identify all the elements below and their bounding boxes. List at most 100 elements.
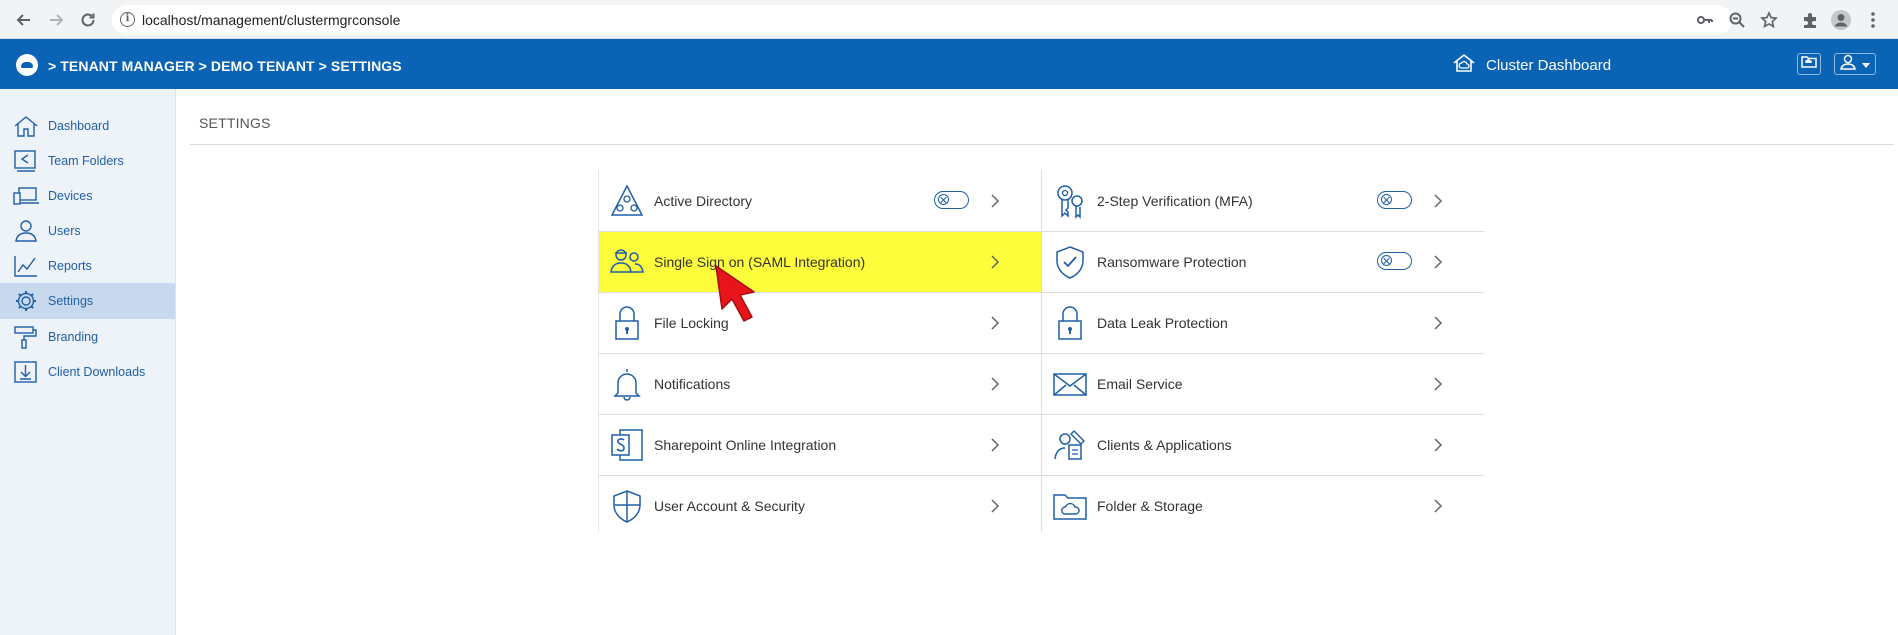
page-title: SETTINGS [199,115,271,131]
sidebar-item-branding[interactable]: Branding [0,319,175,355]
setting-clients-applications[interactable]: Clients & Applications [1042,415,1484,475]
browser-toolbar: i localhost/management/clustermgrconsole [0,0,1898,39]
cloud-logo-icon[interactable] [16,54,38,76]
chevron-right-icon[interactable] [987,498,1003,514]
setting-ransomware-protection[interactable]: Ransomware Protection [1042,232,1484,292]
extensions-icon[interactable] [1799,9,1821,31]
chevron-right-icon[interactable] [987,437,1003,453]
team-folder-icon [12,148,40,174]
bookmark-star-icon[interactable] [1758,9,1780,31]
clients-apps-icon [1052,427,1088,463]
sidebar-item-dashboard[interactable]: Dashboard [0,108,175,144]
house-cloud-icon [1452,52,1476,78]
reload-icon[interactable] [76,8,100,32]
paint-roller-icon [12,324,40,350]
chevron-right-icon[interactable] [1430,498,1446,514]
mouse-pointer-icon [712,262,764,332]
gear-icon [12,288,40,314]
sidebar-item-label: Settings [48,294,94,308]
lock-icon [1052,305,1088,341]
ransomware-protection-toggle[interactable] [1377,252,1412,270]
setting-label: Email Service [1097,376,1183,392]
site-info-icon[interactable]: i [120,12,135,27]
folder-button[interactable] [1797,53,1821,75]
setting-active-directory[interactable]: Active Directory [599,171,1041,231]
setting-label: Sharepoint Online Integration [654,437,837,453]
setting-label: 2-Step Verification (MFA) [1097,193,1253,209]
users-icon [12,218,40,244]
setting-label: Ransomware Protection [1097,254,1247,270]
folder-icon [1801,55,1817,73]
sidebar-item-reports[interactable]: Reports [0,248,175,284]
sso-users-icon [609,244,645,280]
setting-label: Notifications [654,376,731,392]
two-step-verification-toggle[interactable] [1377,191,1412,209]
user-menu-button[interactable] [1834,53,1876,75]
sidebar-item-label: Users [48,224,81,238]
sidebar-item-team-folders[interactable]: Team Folders [0,143,175,179]
envelope-icon [1052,366,1088,402]
setting-sharepoint-online[interactable]: Sharepoint Online Integration [599,415,1041,475]
active-directory-icon [609,183,645,219]
setting-two-step-verification[interactable]: 2-Step Verification (MFA) [1042,171,1484,231]
forward-icon[interactable] [44,8,68,32]
chevron-right-icon[interactable] [987,193,1003,209]
chevron-right-icon[interactable] [987,315,1003,331]
sidebar-item-label: Team Folders [48,154,124,168]
setting-data-leak-protection[interactable]: Data Leak Protection [1042,293,1484,353]
sidebar-item-label: Dashboard [48,119,110,133]
setting-folder-storage[interactable]: Folder & Storage [1042,476,1484,536]
key-icon [1052,183,1088,219]
chevron-right-icon[interactable] [1430,254,1446,270]
sidebar: Dashboard Team Folders Devices Users Rep… [0,89,176,635]
shield-icon [609,488,645,524]
sidebar-item-client-downloads[interactable]: Client Downloads [0,354,175,390]
chevron-right-icon[interactable] [987,254,1003,270]
chevron-right-icon[interactable] [987,376,1003,392]
sidebar-item-label: Reports [48,259,92,273]
sharepoint-icon [609,427,645,463]
shield-check-icon [1052,244,1088,280]
bell-icon [609,366,645,402]
chevron-right-icon[interactable] [1430,193,1446,209]
profile-icon[interactable] [1830,9,1852,31]
setting-label: Data Leak Protection [1097,315,1228,331]
folder-cloud-icon [1052,488,1088,524]
chevron-right-icon[interactable] [1430,437,1446,453]
cluster-dashboard-link[interactable]: Cluster Dashboard [1452,52,1612,78]
lock-icon [609,305,645,341]
setting-label: User Account & Security [654,498,805,514]
sidebar-item-label: Branding [48,330,99,344]
chevron-right-icon[interactable] [1430,315,1446,331]
setting-notifications[interactable]: Notifications [599,354,1041,414]
setting-single-sign-on[interactable]: Single Sign on (SAML Integration) [599,232,1041,292]
sidebar-item-label: Devices [48,189,93,203]
app-header: > TENANT MANAGER > DEMO TENANT > SETTING… [0,39,1898,89]
setting-label: Folder & Storage [1097,498,1203,514]
setting-file-locking[interactable]: File Locking [599,293,1041,353]
caret-down-icon [1862,55,1870,73]
breadcrumb[interactable]: > TENANT MANAGER > DEMO TENANT > SETTING… [48,58,402,74]
title-divider [190,144,1894,145]
chevron-right-icon[interactable] [1430,376,1446,392]
user-icon [1840,54,1858,75]
setting-label: Clients & Applications [1097,437,1232,453]
sidebar-item-label: Client Downloads [48,365,146,379]
url-text: localhost/management/clustermgrconsole [142,12,401,28]
sidebar-item-settings[interactable]: Settings [0,283,175,319]
setting-user-account-security[interactable]: User Account & Security [599,476,1041,536]
setting-email-service[interactable]: Email Service [1042,354,1484,414]
back-icon[interactable] [12,8,36,32]
download-icon [12,359,40,385]
home-icon [12,113,40,139]
reports-icon [12,253,40,279]
setting-label: Active Directory [654,193,753,209]
zoom-icon[interactable] [1726,9,1748,31]
active-directory-toggle[interactable] [934,191,969,209]
sidebar-item-users[interactable]: Users [0,213,175,249]
sidebar-item-devices[interactable]: Devices [0,178,175,214]
devices-icon [12,183,40,209]
menu-kebab-icon[interactable] [1862,9,1884,31]
key-icon[interactable] [1694,9,1716,31]
cluster-dashboard-label: Cluster Dashboard [1486,56,1612,74]
